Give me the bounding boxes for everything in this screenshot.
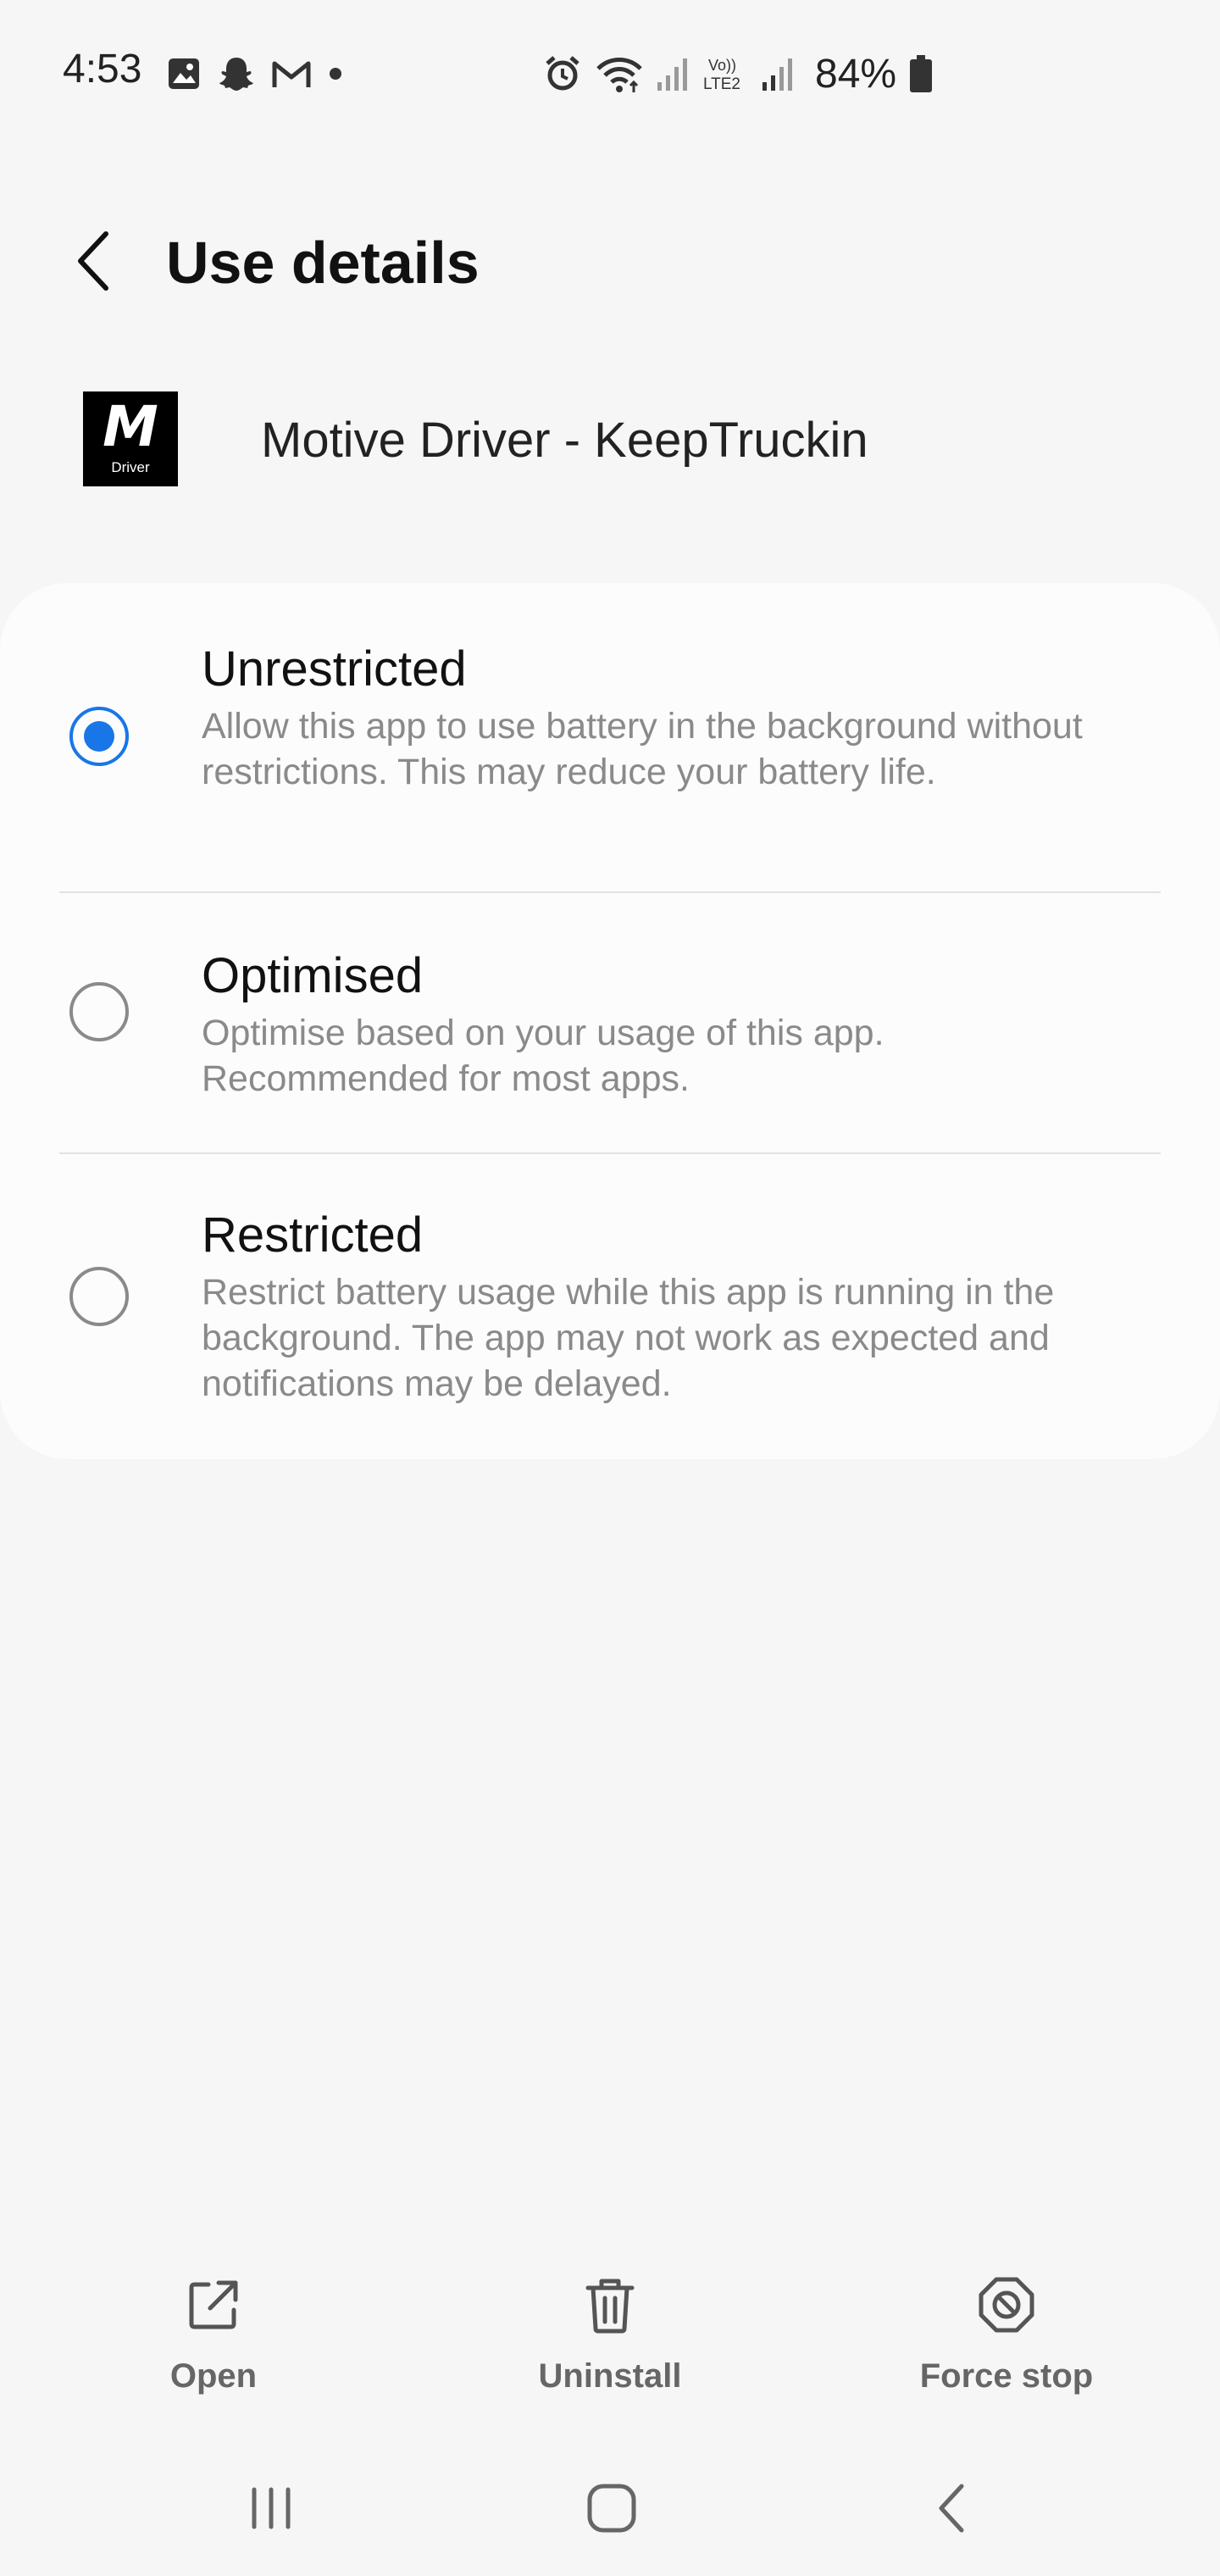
page-title: Use details: [166, 230, 480, 296]
status-time: 4:53: [63, 47, 142, 92]
force-stop-icon: [979, 2277, 1034, 2333]
home-icon: [587, 2484, 636, 2533]
option-unrestricted[interactable]: Unrestricted Allow this app to use batte…: [0, 583, 1220, 891]
wifi-icon: [596, 58, 642, 92]
svg-text:Vo)): Vo)): [708, 57, 736, 74]
option-description: Restrict battery usage while this app is…: [202, 1272, 1055, 1404]
bottom-action-bar: Open Uninstall Force stop: [0, 2271, 1220, 2407]
force-stop-label: Force stop: [919, 2357, 1094, 2395]
status-right-icons: Vo)) LTE2 84%: [542, 51, 934, 97]
volte-lte2-icon: Vo)) LTE2: [703, 57, 740, 93]
force-stop-button[interactable]: Force stop: [879, 2271, 1134, 2407]
back-icon: [939, 2484, 964, 2533]
battery-options-card: Unrestricted Allow this app to use batte…: [0, 583, 1220, 1459]
status-left-icons: [166, 51, 344, 97]
system-nav-bar: [0, 2457, 1220, 2559]
gallery-icon: [169, 58, 199, 89]
dot-icon: [330, 68, 341, 80]
status-bar: 4:53 Vo)) LTE2 84%: [0, 0, 1220, 144]
option-optimised[interactable]: Optimised Optimise based on your usage o…: [0, 893, 1220, 1152]
recents-button[interactable]: [220, 2466, 322, 2551]
battery-percent: 84%: [815, 51, 897, 97]
option-title: Restricted: [202, 1208, 424, 1263]
uninstall-button[interactable]: Uninstall: [483, 2271, 737, 2407]
option-description: Optimise based on your usage of this app…: [202, 1013, 884, 1099]
option-description: Allow this app to use battery in the bac…: [202, 706, 1083, 792]
recents-icon: [252, 2487, 291, 2529]
radio-optimised[interactable]: [69, 982, 129, 1041]
home-button[interactable]: [561, 2466, 663, 2551]
signal-icon: [657, 58, 687, 91]
option-restricted[interactable]: Restricted Restrict battery usage while …: [0, 1154, 1220, 1459]
signal-icon: [762, 58, 792, 91]
trash-icon: [585, 2279, 635, 2334]
app-row: M Driver Motive Driver - KeepTruckin: [0, 391, 1220, 490]
svg-text:LTE2: LTE2: [703, 75, 740, 93]
open-label: Open: [169, 2357, 258, 2395]
snapchat-icon: [219, 58, 253, 91]
alarm-icon: [546, 56, 580, 91]
nav-back-button[interactable]: [901, 2466, 1003, 2551]
back-button[interactable]: [59, 227, 127, 295]
open-button[interactable]: Open: [86, 2271, 341, 2407]
gmail-icon: [272, 61, 311, 87]
app-icon-letter: M: [103, 394, 158, 459]
uninstall-label: Uninstall: [538, 2357, 682, 2395]
option-title: Optimised: [202, 948, 424, 1003]
battery-icon: [910, 55, 933, 92]
radio-restricted[interactable]: [69, 1267, 129, 1326]
app-icon-sublabel: Driver: [111, 459, 150, 475]
header: Use details: [0, 203, 1220, 322]
app-icon: M Driver: [83, 391, 178, 486]
open-external-icon: [189, 2280, 238, 2329]
option-title: Unrestricted: [202, 641, 467, 697]
radio-unrestricted[interactable]: [69, 707, 129, 766]
chevron-left-icon: [78, 231, 108, 291]
app-name: Motive Driver - KeepTruckin: [261, 413, 868, 468]
